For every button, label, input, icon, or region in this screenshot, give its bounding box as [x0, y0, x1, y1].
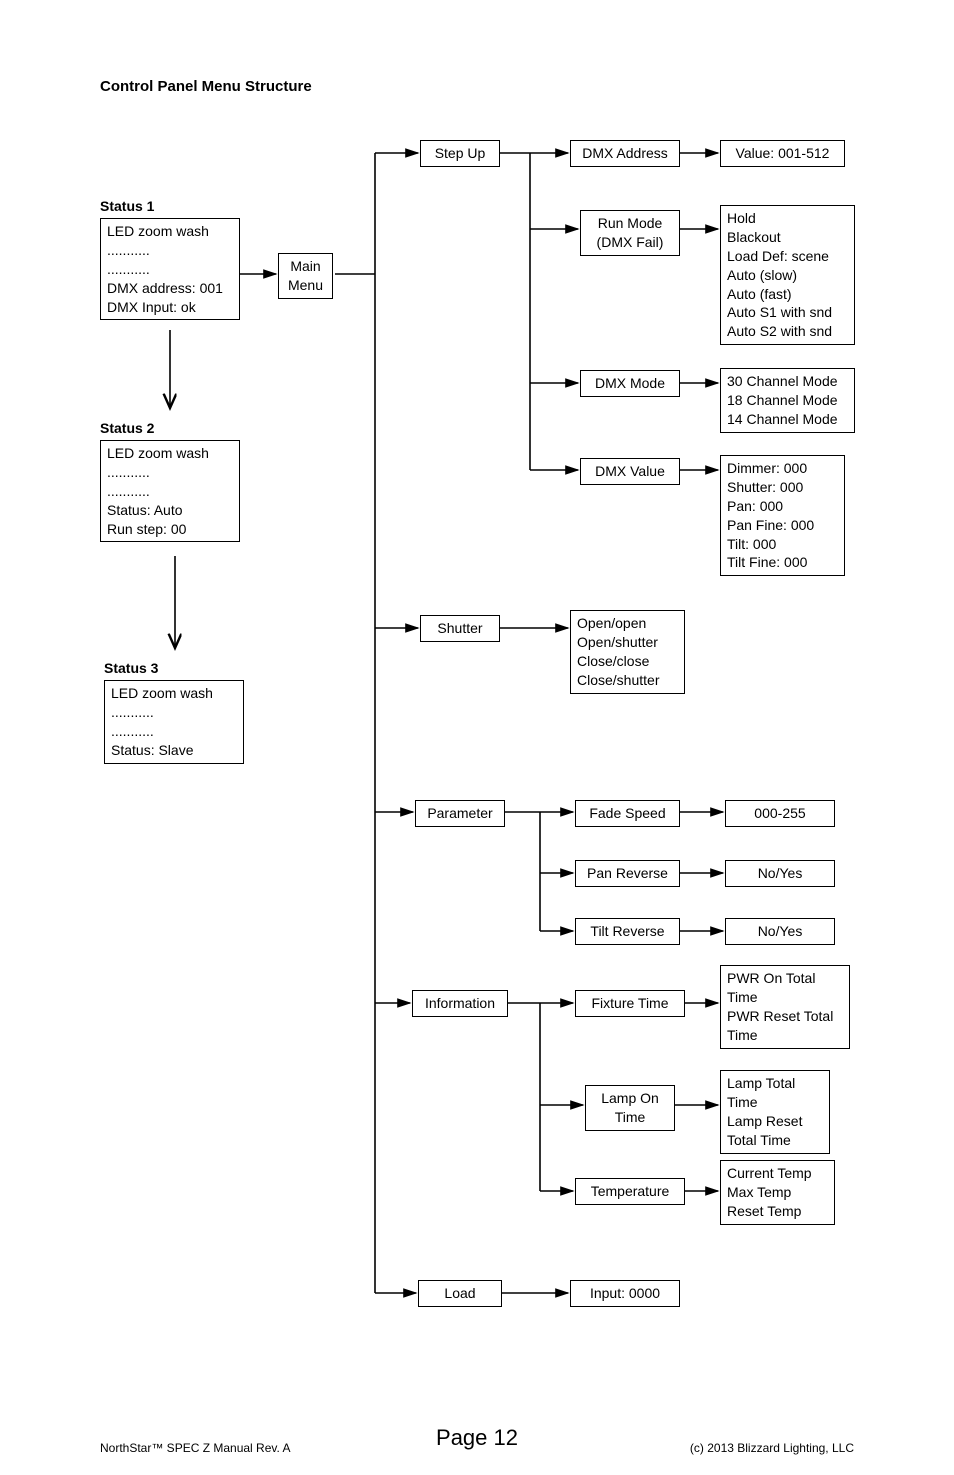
- status1-box: LED zoom wash ........... ........... DM…: [100, 218, 240, 320]
- dmxmode-box: DMX Mode: [580, 370, 680, 397]
- status3-label: Status 3: [104, 660, 158, 676]
- lampon-opts-box: Lamp Total Time Lamp Reset Total Time: [720, 1070, 830, 1154]
- dmxaddr-box: DMX Address: [570, 140, 680, 167]
- dmxvalue-opts-box: Dimmer: 000 Shutter: 000 Pan: 000 Pan Fi…: [720, 455, 845, 576]
- tiltrev-box: Tilt Reverse: [575, 918, 680, 945]
- footer-center: Page 12: [436, 1425, 518, 1451]
- page-title: Control Panel Menu Structure: [100, 78, 312, 95]
- dmxvalue-box: DMX Value: [580, 458, 680, 485]
- main-menu-box: Main Menu: [278, 253, 333, 299]
- parameter-box: Parameter: [415, 800, 505, 827]
- fixturetime-opts-box: PWR On Total Time PWR Reset Total Time: [720, 965, 850, 1049]
- dmxaddr-value-box: Value: 001-512: [720, 140, 845, 167]
- footer-right: (c) 2013 Blizzard Lighting, LLC: [690, 1441, 854, 1455]
- runmode-opts-box: Hold Blackout Load Def: scene Auto (slow…: [720, 205, 855, 345]
- status3-box: LED zoom wash ........... ........... St…: [104, 680, 244, 764]
- shutter-opts-box: Open/open Open/shutter Close/close Close…: [570, 610, 685, 694]
- temperature-opts-box: Current Temp Max Temp Reset Temp: [720, 1160, 835, 1225]
- status2-label: Status 2: [100, 420, 154, 436]
- temperature-box: Temperature: [575, 1178, 685, 1205]
- load-val-box: Input: 0000: [570, 1280, 680, 1307]
- shutter-box: Shutter: [420, 615, 500, 642]
- fixturetime-box: Fixture Time: [575, 990, 685, 1017]
- information-box: Information: [412, 990, 508, 1017]
- lampon-box: Lamp On Time: [585, 1085, 675, 1131]
- fadespeed-box: Fade Speed: [575, 800, 680, 827]
- status2-box: LED zoom wash ........... ........... St…: [100, 440, 240, 542]
- fadespeed-val-box: 000-255: [725, 800, 835, 827]
- stepup-box: Step Up: [420, 140, 500, 167]
- panrev-val-box: No/Yes: [725, 860, 835, 887]
- footer-left: NorthStar™ SPEC Z Manual Rev. A: [100, 1441, 291, 1455]
- tiltrev-val-box: No/Yes: [725, 918, 835, 945]
- runmode-box: Run Mode (DMX Fail): [580, 210, 680, 256]
- status1-label: Status 1: [100, 198, 154, 214]
- load-box: Load: [418, 1280, 502, 1307]
- panrev-box: Pan Reverse: [575, 860, 680, 887]
- dmxmode-opts-box: 30 Channel Mode 18 Channel Mode 14 Chann…: [720, 368, 855, 433]
